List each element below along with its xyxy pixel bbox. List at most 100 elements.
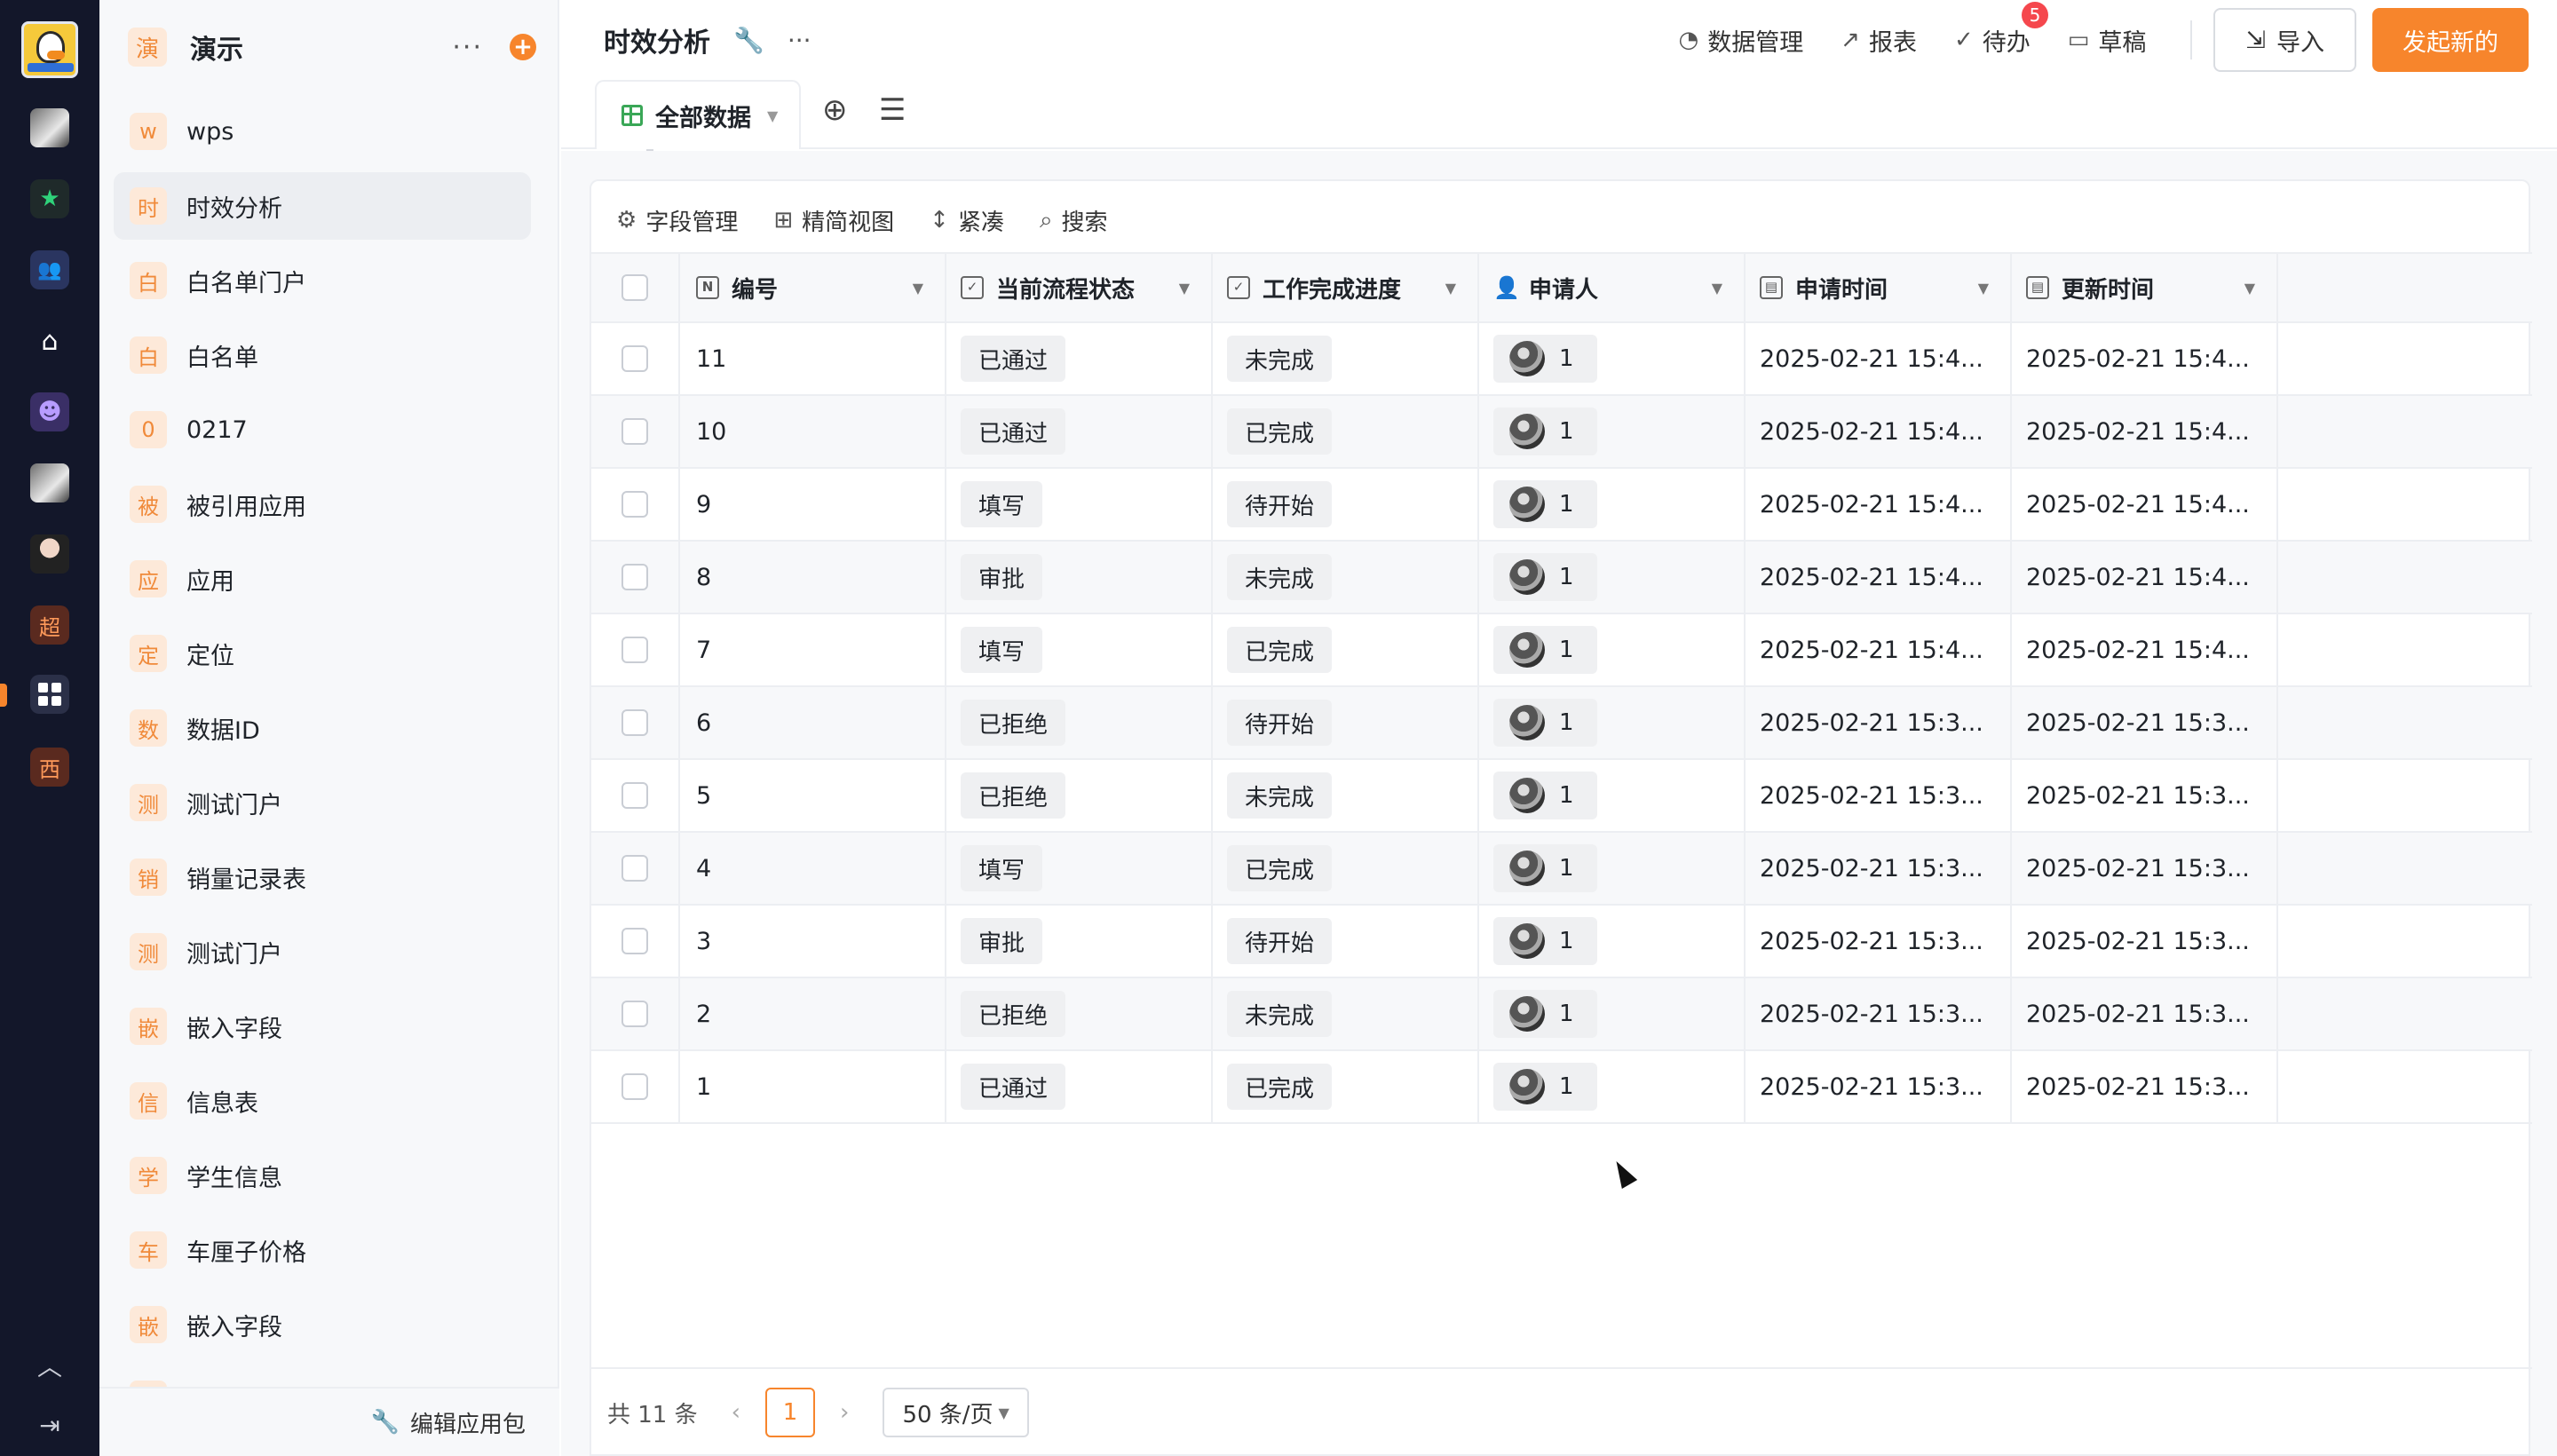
team-app-icon[interactable]: 👥 <box>30 250 69 289</box>
add-app-button[interactable]: + <box>510 34 536 60</box>
page-size-select[interactable]: 50 条/页 ▼ <box>883 1388 1029 1437</box>
sidebar-item[interactable]: 定定位 <box>114 620 531 687</box>
search-button[interactable]: ⌕ 搜索 <box>1040 204 1108 237</box>
edit-app-package-button[interactable]: 🔧 编辑应用包 <box>99 1387 559 1456</box>
chevron-down-icon[interactable]: ▼ <box>767 107 778 124</box>
xi-app-icon[interactable]: 西 <box>30 748 69 787</box>
applicant-chip[interactable]: 1 <box>1493 699 1597 747</box>
sidebar-item[interactable]: 时时效分析 <box>114 172 531 240</box>
sidebar-item[interactable]: 测测试门户 <box>114 769 531 836</box>
sidebar-item[interactable]: 嵌嵌入字段 <box>114 1291 531 1358</box>
applicant-chip[interactable]: 1 <box>1493 990 1597 1038</box>
more-icon[interactable]: ··· <box>788 26 811 55</box>
row-checkbox[interactable] <box>621 709 648 736</box>
table-row[interactable]: 6 已拒绝 待开始 1 2025-02-21 15:3... 2025-02-21 15:… <box>591 687 2532 760</box>
apps-grid-icon[interactable] <box>30 675 69 714</box>
chevron-down-icon[interactable]: ▼ <box>1445 280 1456 297</box>
prev-page-icon[interactable]: ‹ <box>732 1399 740 1426</box>
workspace-logo[interactable] <box>21 21 78 78</box>
applicant-chip[interactable]: 1 <box>1493 626 1597 674</box>
chevron-down-icon[interactable]: ▼ <box>1978 280 1989 297</box>
column-header-apply-time[interactable]: ▤ 申请时间 ▼ <box>1746 254 2012 321</box>
row-checkbox[interactable] <box>621 564 648 590</box>
rail-app-avatar-3[interactable] <box>30 534 69 574</box>
compact-button[interactable]: ↕ 紧凑 <box>930 204 1004 237</box>
table-row[interactable]: 4 填写 已完成 1 2025-02-21 15:3... 2025-02-21 15:3… <box>591 833 2532 906</box>
star-app-icon[interactable]: ★ <box>30 179 69 218</box>
chevron-down-icon[interactable]: ▼ <box>2244 280 2255 297</box>
sidebar-item[interactable]: 白白名单 <box>114 321 531 389</box>
table-row[interactable]: 3 审批 待开始 1 2025-02-21 15:3... 2025-02-21 15:3… <box>591 906 2532 978</box>
chevron-down-icon[interactable]: ▼ <box>1712 280 1722 297</box>
home-icon[interactable]: ⌂ <box>30 321 69 360</box>
table-row[interactable]: 2 已拒绝 未完成 1 2025-02-21 15:3... 2025-02-21 15:… <box>591 978 2532 1051</box>
sidebar-item[interactable]: 嵌嵌入字段 <box>114 993 531 1060</box>
draft-link[interactable]: ▭ 草稿 <box>2068 23 2147 58</box>
sidebar-item[interactable]: 销销量记录表 <box>114 843 531 911</box>
sidebar-item[interactable]: w wps <box>114 98 531 165</box>
current-page-button[interactable]: 1 <box>765 1388 816 1437</box>
table-row[interactable]: 9 填写 待开始 1 2025-02-21 15:4... 2025-02-21 15:4… <box>591 469 2532 542</box>
applicant-chip[interactable]: 1 <box>1493 480 1597 528</box>
sidebar-item[interactable]: 测测试门户 <box>114 918 531 985</box>
add-view-icon[interactable]: ⊕ <box>822 92 848 128</box>
status-tag: 审批 <box>961 918 1043 964</box>
column-header-status[interactable]: ✓ 当前流程状态 ▼ <box>946 254 1213 321</box>
applicant-chip[interactable]: 1 <box>1493 335 1597 383</box>
column-header-update-time[interactable]: ▤ 更新时间 ▼ <box>2012 254 2278 321</box>
row-checkbox[interactable] <box>621 491 648 518</box>
new-submission-button[interactable]: 发起新的 <box>2372 8 2529 72</box>
report-link[interactable]: ↗ 报表 <box>1841 23 1917 58</box>
simple-view-button[interactable]: ⊞ 精简视图 <box>773 204 894 237</box>
column-header-progress[interactable]: ✓ 工作完成进度 ▼ <box>1213 254 1479 321</box>
rail-app-avatar-1[interactable] <box>30 108 69 147</box>
sidebar-item[interactable]: 信信息表 <box>114 1067 531 1135</box>
table-row[interactable]: 1 已通过 已完成 1 2025-02-21 15:3... 2025-02-21 15:… <box>591 1051 2532 1124</box>
chevron-down-icon[interactable]: ▼ <box>1179 280 1190 297</box>
table-row[interactable]: 11 已通过 未完成 1 2025-02-21 15:4... 2025-02-21 15… <box>591 323 2532 396</box>
chevron-down-icon[interactable]: ▼ <box>913 280 923 297</box>
sidebar-item[interactable]: 数数据ID <box>114 694 531 762</box>
table-row[interactable]: 8 审批 未完成 1 2025-02-21 15:4... 2025-02-21 15:4… <box>591 542 2532 614</box>
sidebar-item[interactable]: 白白名单门户 <box>114 247 531 314</box>
row-checkbox[interactable] <box>621 855 648 882</box>
sidebar-item[interactable]: 应应用 <box>114 545 531 613</box>
row-checkbox[interactable] <box>621 928 648 954</box>
applicant-chip[interactable]: 1 <box>1493 917 1597 965</box>
view-list-icon[interactable]: ☰ <box>879 92 906 128</box>
tab-all-data[interactable]: 全部数据 ▼ <box>595 80 801 149</box>
sidebar-item[interactable]: 被被引用应用 <box>114 471 531 538</box>
row-checkbox[interactable] <box>621 1073 648 1100</box>
sidebar-item[interactable]: 0 0217 <box>114 396 531 463</box>
row-checkbox[interactable] <box>621 1001 648 1027</box>
table-row[interactable]: 7 填写 已完成 1 2025-02-21 15:4... 2025-02-21 15:4… <box>591 614 2532 687</box>
next-page-icon[interactable]: › <box>840 1399 849 1426</box>
table-row[interactable]: 5 已拒绝 未完成 1 2025-02-21 15:3... 2025-02-21 15:… <box>591 760 2532 833</box>
data-manage-link[interactable]: ◔ 数据管理 <box>1679 23 1804 58</box>
row-checkbox[interactable] <box>621 345 648 372</box>
select-all-checkbox[interactable] <box>621 274 648 301</box>
chao-app-icon[interactable]: 超 <box>30 605 69 645</box>
column-header-applicant[interactable]: 👤 申请人 ▼ <box>1479 254 1746 321</box>
smile-app-icon[interactable]: ☻ <box>30 392 69 431</box>
row-checkbox[interactable] <box>621 418 648 445</box>
sidebar-item[interactable]: 车车厘子价格 <box>114 1216 531 1284</box>
applicant-chip[interactable]: 1 <box>1493 772 1597 819</box>
column-header-id[interactable]: N 编号 ▼ <box>680 254 946 321</box>
rail-app-avatar-2[interactable] <box>30 463 69 502</box>
row-checkbox[interactable] <box>621 782 648 809</box>
todo-link[interactable]: ✓ 待办 5 <box>1954 1 2048 58</box>
applicant-chip[interactable]: 1 <box>1493 408 1597 455</box>
field-manage-button[interactable]: ⚙ 字段管理 <box>616 204 738 237</box>
table-row[interactable]: 10 已通过 已完成 1 2025-02-21 15:4... 2025-02-21 15… <box>591 396 2532 469</box>
import-button[interactable]: ⇲ 导入 <box>2213 8 2356 72</box>
applicant-chip[interactable]: 1 <box>1493 844 1597 892</box>
applicant-chip[interactable]: 1 <box>1493 1063 1597 1111</box>
more-icon[interactable]: ··· <box>452 32 483 63</box>
rail-toggle-icon[interactable]: ⇥ <box>30 1406 69 1445</box>
applicant-chip[interactable]: 1 <box>1493 553 1597 601</box>
row-checkbox[interactable] <box>621 637 648 663</box>
sidebar-item[interactable]: 学学生信息 <box>114 1142 531 1209</box>
rail-collapse-up-icon[interactable]: ︿ <box>30 1348 69 1387</box>
wrench-icon[interactable]: 🔧 <box>733 26 764 55</box>
